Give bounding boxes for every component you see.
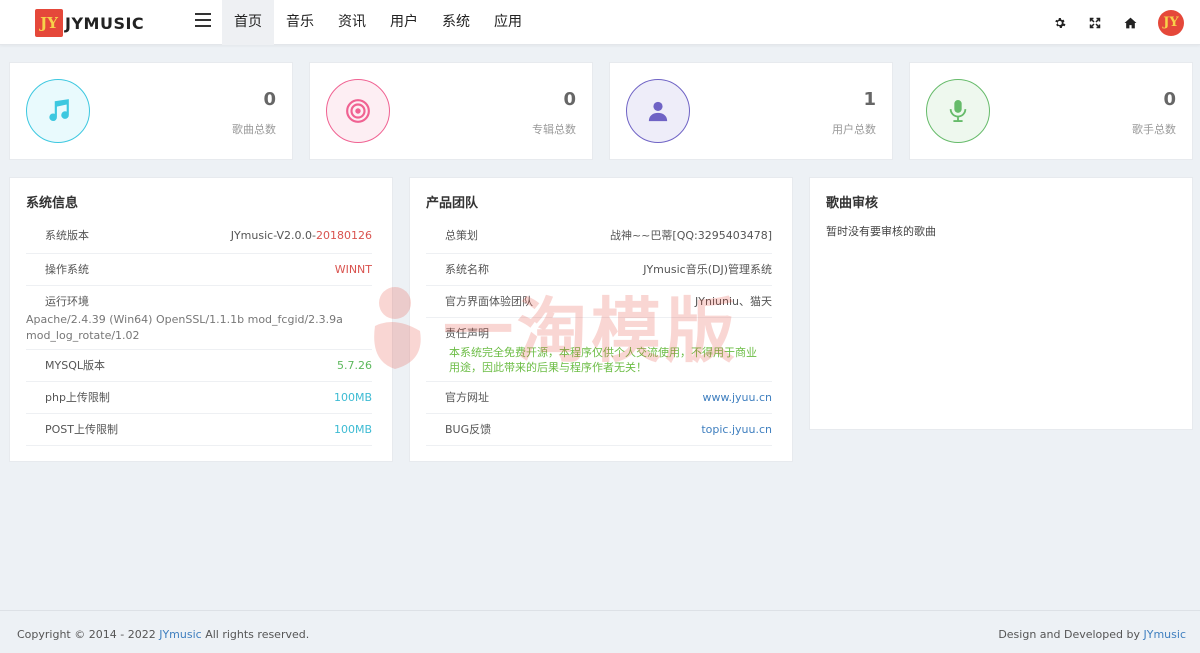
main-nav: 首页 音乐 资讯 用户 系统 应用	[222, 0, 534, 45]
review-empty-text: 暂时没有要审核的歌曲	[826, 225, 936, 238]
team-row-website: 官方网址 www.jyuu.cn	[426, 382, 772, 414]
info-key: php上传限制	[45, 391, 110, 404]
team-row-bug-feedback: BUG反馈 topic.jyuu.cn	[426, 414, 772, 446]
info-row-mysql: MYSQL版本 5.7.26	[26, 350, 372, 382]
info-row-php-upload: php上传限制 100MB	[26, 382, 372, 414]
stat-card-singers: 0 歌手总数	[909, 62, 1193, 160]
info-key: 官方网址	[445, 391, 489, 404]
panel-title: 产品团队	[426, 196, 479, 211]
disclaimer-line2: 用途，因此带来的后果与程序作者无关！	[449, 361, 647, 374]
website-link[interactable]: www.jyuu.cn	[702, 382, 772, 414]
team-row-disclaimer: 责任声明 本系统完全免费开源，本程序仅供个人交流使用，不得用于商业 用途，因此带…	[426, 318, 772, 382]
version-build: 20180126	[316, 229, 372, 242]
stat-card-users: 1 用户总数	[609, 62, 893, 160]
info-key: 责任声明	[445, 327, 489, 340]
stat-value: 0	[563, 89, 576, 110]
nav-item-users[interactable]: 用户	[378, 0, 430, 45]
nav-item-news[interactable]: 资讯	[326, 0, 378, 45]
top-header: JY JYMUSIC 首页 音乐 资讯 用户 系统 应用 JY	[0, 0, 1200, 45]
stat-label: 歌手总数	[1132, 123, 1176, 136]
panel-title: 系统信息	[26, 196, 79, 211]
team-row-ui-team: 官方界面体验团队 JYniuniu、猫天	[426, 286, 772, 318]
info-key: POST上传限制	[45, 423, 118, 436]
info-key: 系统名称	[445, 263, 489, 276]
microphone-icon	[926, 79, 990, 143]
env-value-line2: mod_log_rotate/1.02	[26, 329, 140, 342]
stat-label: 用户总数	[832, 123, 876, 136]
team-row-system-name: 系统名称 JYmusic音乐(DJ)管理系统	[426, 254, 772, 286]
fullscreen-icon[interactable]	[1085, 13, 1105, 33]
team-row-planner: 总策划 战神~~巴蒂[QQ:3295403478]	[426, 220, 772, 254]
stat-value: 0	[1163, 89, 1176, 110]
copyright-suffix: All rights reserved.	[201, 628, 310, 641]
info-key: 系统版本	[45, 229, 89, 242]
logo[interactable]: JY JYMUSIC	[35, 9, 144, 37]
gear-icon[interactable]	[1050, 13, 1070, 33]
nav-item-apps[interactable]: 应用	[482, 0, 534, 45]
credit-brand-link[interactable]: JYmusic	[1144, 628, 1187, 641]
stat-label: 专辑总数	[532, 123, 576, 136]
music-note-icon	[26, 79, 90, 143]
info-value: JYmusic-V2.0.0-20180126	[231, 220, 372, 252]
info-key: MYSQL版本	[45, 359, 105, 372]
menu-toggle-icon[interactable]	[195, 13, 211, 29]
info-value: 战神~~巴蒂[QQ:3295403478]	[609, 229, 772, 242]
user-icon	[626, 79, 690, 143]
avatar[interactable]: JY	[1158, 9, 1184, 36]
info-row-version: 系统版本 JYmusic-V2.0.0-20180126	[26, 220, 372, 254]
info-key: BUG反馈	[445, 423, 492, 436]
info-key: 总策划	[445, 229, 478, 242]
footer-copyright: Copyright © 2014 - 2022 JYmusic All righ…	[17, 628, 309, 641]
header-tools: JY	[1035, 0, 1184, 45]
env-value-line1: Apache/2.4.39 (Win64) OpenSSL/1.1.1b mod…	[26, 313, 343, 326]
info-key: 操作系统	[45, 263, 89, 276]
info-value: 100MB	[333, 423, 372, 436]
nav-item-system[interactable]: 系统	[430, 0, 482, 45]
info-key: 官方界面体验团队	[445, 295, 533, 308]
info-value: JYmusic音乐(DJ)管理系统	[643, 263, 772, 276]
stat-value: 1	[863, 89, 876, 110]
info-value: JYniuniu、猫天	[695, 295, 772, 308]
footer: Copyright © 2014 - 2022 JYmusic All righ…	[0, 610, 1200, 653]
copyright-prefix: Copyright © 2014 - 2022	[17, 628, 160, 641]
version-prefix: JYmusic-V2.0.0-	[230, 229, 316, 242]
panel-title: 歌曲审核	[826, 196, 879, 211]
bug-feedback-link[interactable]: topic.jyuu.cn	[701, 414, 772, 446]
stat-value: 0	[263, 89, 276, 110]
footer-credit: Design and Developed by JYmusic	[998, 628, 1186, 641]
info-row-os: 操作系统 WINNT	[26, 254, 372, 286]
stat-card-songs: 0 歌曲总数	[9, 62, 293, 160]
stat-card-albums: 0 专辑总数	[309, 62, 593, 160]
system-info-panel: 系统信息 系统版本 JYmusic-V2.0.0-20180126 操作系统 W…	[9, 177, 393, 462]
credit-prefix: Design and Developed by	[998, 628, 1144, 641]
song-review-panel: 歌曲审核 暂时没有要审核的歌曲	[809, 177, 1193, 430]
logo-badge: JY	[35, 9, 63, 37]
info-row-post-upload: POST上传限制 100MB	[26, 414, 372, 446]
info-key: 运行环境	[45, 295, 89, 308]
home-icon[interactable]	[1120, 13, 1140, 33]
stat-label: 歌曲总数	[232, 123, 276, 136]
disclaimer-line1: 本系统完全免费开源，本程序仅供个人交流使用，不得用于商业	[449, 346, 757, 359]
info-value: 5.7.26	[337, 359, 372, 372]
info-value: 100MB	[333, 391, 372, 404]
info-row-environment: 运行环境 Apache/2.4.39 (Win64) OpenSSL/1.1.1…	[26, 286, 372, 350]
product-team-panel: 产品团队 总策划 战神~~巴蒂[QQ:3295403478] 系统名称 JYmu…	[409, 177, 793, 462]
nav-item-music[interactable]: 音乐	[274, 0, 326, 45]
info-value: WINNT	[334, 263, 372, 276]
logo-text: JYMUSIC	[65, 13, 145, 33]
copyright-brand-link[interactable]: JYmusic	[159, 628, 202, 641]
target-disc-icon	[326, 79, 390, 143]
nav-item-home[interactable]: 首页	[222, 0, 274, 45]
